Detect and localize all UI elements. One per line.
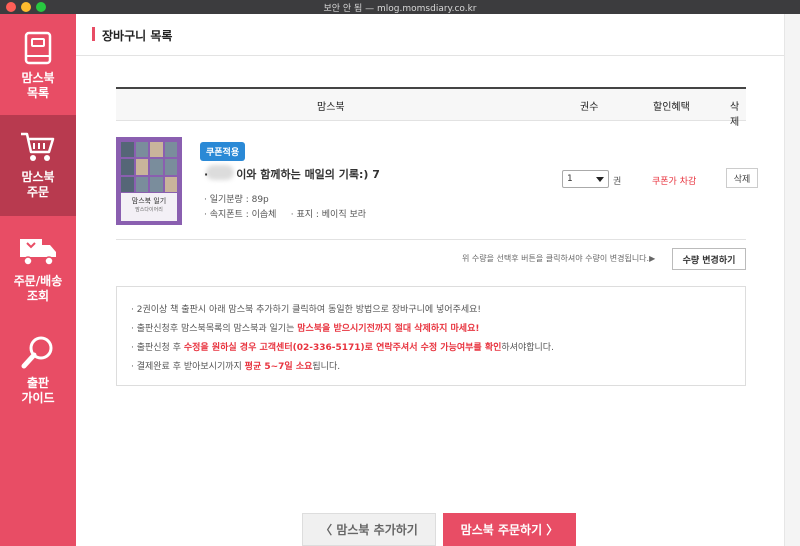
product-title[interactable]: · 이와 함께하는 매일의 기록:) 7: [204, 166, 380, 182]
zoom-window-button[interactable]: [36, 2, 46, 12]
page-header: 장바구니 목록: [76, 14, 784, 56]
minimize-window-button[interactable]: [21, 2, 31, 12]
book-icon: [24, 31, 52, 65]
spec-font-cover: · 속지폰트 : 이솝체 · 표지 : 베이직 보라: [204, 210, 367, 220]
header-book: 맘스북: [317, 102, 345, 113]
sidebar-item-publish-guide[interactable]: 출판 가이드: [0, 332, 76, 422]
info-text: 하셔야합니다.: [501, 343, 554, 353]
cart-item-row: 맘스북 일기 맘스다이어리 쿠폰적용 · 이와 함께하는 매일의 기록:) 7 ·…: [116, 122, 758, 240]
page-title: 장바구니 목록: [102, 29, 173, 43]
info-line: · 출판신청 후 수정을 원하실 경우 고객센터(02-336-5171)로 연…: [131, 339, 731, 358]
info-line: · 결제완료 후 받아보시기까지 평균 5~7일 소요됩니다.: [131, 358, 731, 377]
sidebar-item-book-order[interactable]: 맘스북 주문: [0, 115, 76, 216]
quantity-value: 1: [567, 174, 573, 184]
truck-icon: [20, 239, 56, 266]
magnifier-icon: [21, 336, 53, 369]
header-qty: 권수: [580, 102, 599, 113]
window-title: 보안 안 됨 — mlog.momsdiary.co.kr: [323, 3, 477, 14]
info-line: · 2권이상 책 출판시 아래 맘스북 추가하기 클릭하여 동일한 방법으로 장…: [131, 301, 731, 320]
change-quantity-button[interactable]: 수량 변경하기: [672, 248, 746, 270]
discount-text: 쿠폰가 차감: [652, 177, 697, 187]
sidebar: 맘스북 목록 맘스북 주문 주문/배송 조회 출판 가이드: [0, 14, 76, 546]
title-text: 이와 함께하는 매일의 기록:) 7: [236, 168, 380, 181]
add-book-button[interactable]: 〈 맘스북 추가하기: [302, 513, 436, 546]
info-text: · 2권이상 책 출판시 아래 맘스북 추가하기 클릭하여 동일한 방법으로 장…: [131, 305, 482, 315]
info-text: · 결제완료 후 받아보시기까지: [131, 362, 245, 372]
sidebar-item-label: 주문/배송 조회: [13, 274, 63, 303]
sidebar-item-book-list[interactable]: 맘스북 목록: [0, 14, 76, 115]
book-cover-image[interactable]: 맘스북 일기 맘스다이어리: [116, 137, 182, 225]
close-window-button[interactable]: [6, 2, 16, 12]
quantity-select[interactable]: 1: [562, 170, 609, 188]
info-text: 됩니다.: [312, 362, 341, 372]
spec-pages: · 일기분량 : 89p: [204, 195, 269, 205]
info-line: · 출판신청후 맘스북목록의 맘스북과 일기는 맘스북을 받으시기전까지 절대 …: [131, 320, 731, 339]
info-highlight: 수정을 원하실 경우 고객센터(02-336-5171)로 연락주셔서 수정 가…: [183, 343, 502, 353]
cover-photo-grid: [121, 142, 177, 192]
sidebar-item-label: 맘스북 주문: [21, 170, 55, 199]
window-titlebar: 보안 안 됨 — mlog.momsdiary.co.kr: [0, 0, 800, 14]
info-highlight: 평균 5~7일 소요: [244, 362, 313, 372]
info-text: · 출판신청후 맘스북목록의 맘스북과 일기는: [131, 324, 298, 334]
sidebar-item-label: 맘스북 목록: [21, 71, 55, 100]
quantity-unit: 권: [613, 177, 622, 187]
header-discount: 할인혜택: [653, 102, 690, 113]
cart-icon: [21, 132, 55, 161]
window-controls: [6, 2, 46, 12]
cart-table-header: 맘스북 권수 할인혜택 삭제: [116, 89, 746, 128]
sidebar-item-order-tracking[interactable]: 주문/배송 조회: [0, 234, 76, 324]
cover-subtitle: 맘스다이어리: [135, 207, 163, 213]
chevron-down-icon: [596, 177, 604, 182]
main-content: 장바구니 목록 맘스북 권수 할인혜택 삭제 맘스북 일기 맘스다이어리 쿠폰적…: [76, 14, 800, 546]
title-accent-bar: [92, 27, 95, 41]
info-highlight: 맘스북을 받으시기전까지 절대 삭제하지 마세요!: [297, 324, 480, 334]
cover-label: 맘스북 일기 맘스다이어리: [121, 193, 177, 221]
scrollbar[interactable]: [784, 14, 800, 546]
delete-button[interactable]: 삭제: [726, 168, 758, 188]
cover-title: 맘스북 일기: [131, 197, 167, 205]
sidebar-item-label: 출판 가이드: [21, 376, 55, 405]
info-text: · 출판신청 후: [131, 343, 184, 353]
quantity-notice: 위 수량을 선택후 버튼을 클릭하셔야 수량이 변경됩니다.▶: [462, 254, 656, 263]
order-book-button[interactable]: 맘스북 주문하기 〉: [443, 513, 576, 546]
info-box: · 2권이상 책 출판시 아래 맘스북 추가하기 클릭하여 동일한 방법으로 장…: [116, 286, 746, 386]
coupon-badge: 쿠폰적용: [200, 142, 246, 161]
